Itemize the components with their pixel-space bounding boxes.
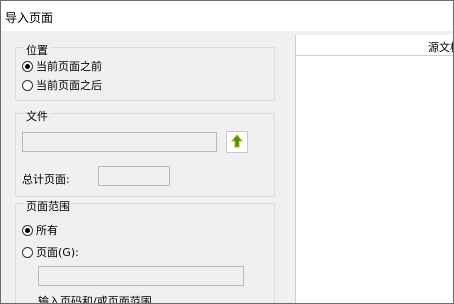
title-bar: 导入页面 [1, 1, 453, 31]
total-pages-field [98, 166, 170, 186]
page-range-group: 页面范围 所有 页面(G): 输入页码和/或页面范围 [15, 198, 275, 304]
radio-before-current-page-label: 当前页面之前 [36, 60, 102, 73]
position-group-title: 位置 [24, 42, 50, 58]
radio-all-pages-indicator[interactable] [22, 224, 33, 236]
radio-all-pages-label: 所有 [36, 224, 58, 237]
browse-button[interactable] [226, 131, 248, 153]
file-group: 文件 总计页面: [15, 108, 275, 197]
source-preview-panel: 源文档 [295, 35, 453, 303]
options-panel: 位置 当前页面之前 当前页面之后 文件 总计页面: 页面范围 所有 页面(G):… [15, 35, 295, 304]
total-pages-label: 总计页面: [22, 173, 70, 186]
window-title: 导入页面 [5, 11, 54, 25]
radio-before-current-page[interactable]: 当前页面之前 [22, 58, 102, 74]
position-group: 位置 当前页面之前 当前页面之后 [15, 42, 275, 101]
radio-all-pages[interactable]: 所有 [22, 222, 58, 238]
source-preview-header: 源文档 [296, 35, 453, 56]
file-group-title: 文件 [24, 108, 50, 124]
radio-before-current-page-indicator[interactable] [22, 60, 33, 72]
up-arrow-icon [230, 133, 244, 151]
radio-after-current-page[interactable]: 当前页面之后 [22, 77, 102, 93]
file-path-field[interactable] [22, 132, 217, 152]
radio-page-range[interactable]: 页面(G): [22, 244, 79, 260]
radio-page-range-label: 页面(G): [36, 246, 79, 259]
radio-page-range-indicator[interactable] [22, 246, 33, 258]
radio-after-current-page-label: 当前页面之后 [36, 79, 102, 92]
page-range-input[interactable] [38, 266, 244, 286]
import-pages-dialog: 导入页面 位置 当前页面之前 当前页面之后 文件 总计页面: 页面范围 所有 页… [0, 0, 454, 304]
page-range-group-title: 页面范围 [24, 198, 72, 214]
page-range-hint: 输入页码和/或页面范围 [38, 295, 152, 304]
radio-after-current-page-indicator[interactable] [22, 79, 33, 91]
source-preview-header-label: 源文档 [428, 41, 453, 54]
